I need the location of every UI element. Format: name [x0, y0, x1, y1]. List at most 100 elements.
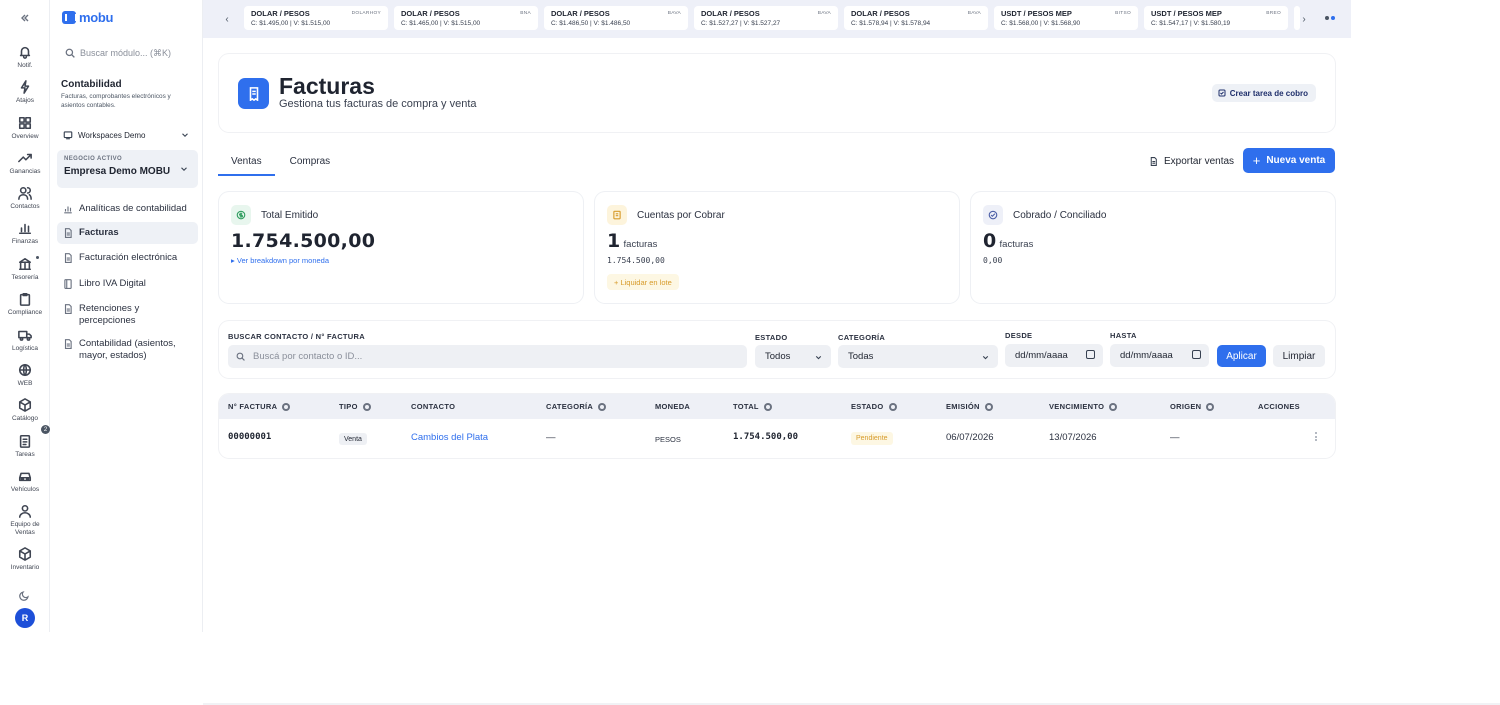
page-title: Facturas — [279, 73, 375, 99]
module-search-input[interactable]: Buscar módulo... (⌘K) — [59, 42, 194, 64]
check-square-icon — [1218, 89, 1226, 97]
category-select[interactable]: Todas — [838, 345, 998, 368]
workspace-selector[interactable]: Workspaces Demo — [59, 127, 196, 143]
export-sales-label: Exportar ventas — [1164, 155, 1235, 167]
cell-contact-link[interactable]: Cambios del Plata — [411, 432, 488, 443]
box-icon — [18, 398, 32, 412]
ticker-prev-icon[interactable]: ‹ — [219, 11, 235, 27]
nav-item-label: Facturas — [79, 227, 119, 238]
ticker-quote: USDT / PESOS MEP BREO C: $1.547,17 | V: … — [1144, 6, 1288, 30]
active-business-selector[interactable]: NEGOCIO ACTIVO Empresa Demo MOBU — [57, 150, 198, 188]
document-icon — [64, 253, 72, 263]
sort-icon[interactable] — [984, 402, 993, 411]
quote-prices: C: $1.486,50 | V: $1.486,50 — [551, 20, 631, 27]
kpi-value: 0 facturas — [983, 230, 1034, 252]
tab-compras[interactable]: Compras — [275, 150, 344, 176]
new-sale-button[interactable]: + Nueva venta — [1243, 148, 1335, 173]
module-search-placeholder: Buscar módulo... (⌘K) — [80, 47, 172, 58]
workspace-icon — [63, 131, 73, 140]
currency-ticker: ‹ DOLAR / PESOS DOLARHOY C: $1.495,00 | … — [203, 0, 1351, 38]
search-icon — [65, 48, 75, 58]
rail-item-catalogo[interactable]: Catálogo — [0, 398, 50, 423]
type-badge: Venta — [339, 433, 367, 445]
money-icon — [231, 205, 251, 225]
col-issued[interactable]: EMISIÓN — [946, 402, 993, 411]
rail-item-tesoreria[interactable]: Tesorería — [0, 257, 50, 282]
create-collection-task-button[interactable]: Crear tarea de cobro — [1211, 84, 1316, 102]
sort-icon[interactable] — [1206, 402, 1215, 411]
clear-filters-button[interactable]: Limpiar — [1273, 345, 1325, 367]
tab-ventas[interactable]: Ventas — [218, 150, 275, 176]
rail-item-tareas[interactable]: Tareas — [0, 434, 50, 459]
rail-item-overview[interactable]: Overview — [0, 116, 50, 141]
col-total[interactable]: TOTAL — [733, 402, 772, 411]
grid-icon — [18, 116, 32, 130]
quote-prices: C: $1.495,00 | V: $1.515,00 — [251, 20, 331, 27]
rail-item-logistica[interactable]: Logística — [0, 328, 50, 353]
to-date-input[interactable]: dd/mm/aaaa — [1110, 344, 1209, 367]
ticker-pagination[interactable] — [1325, 16, 1335, 20]
col-invoice-number[interactable]: N° FACTURA — [228, 402, 291, 411]
nav-item-libro-iva[interactable]: Libro IVA Digital — [57, 273, 198, 295]
nav-item-contabilidad[interactable]: Contabilidad (asientos, mayor, estados) — [57, 333, 198, 367]
rail-item-finanzas[interactable]: Finanzas — [0, 221, 50, 246]
notification-dot — [36, 256, 39, 259]
rail-item-ganancias[interactable]: Ganancias — [0, 151, 50, 176]
calendar-icon[interactable] — [1086, 350, 1095, 359]
rail-item-notif[interactable]: Notif. — [0, 45, 50, 70]
sort-icon[interactable] — [598, 402, 607, 411]
nav-item-retenciones[interactable]: Retenciones y percepciones — [57, 298, 198, 332]
cell-invoice-number[interactable]: 00000001 — [228, 432, 271, 442]
users-icon — [18, 186, 32, 200]
nav-item-facturas[interactable]: Facturas — [57, 222, 198, 244]
dark-mode-toggle-icon[interactable] — [19, 588, 30, 606]
collapse-sidebar-icon[interactable] — [16, 10, 34, 26]
sort-icon[interactable] — [362, 402, 371, 411]
category-select-value: Todas — [848, 351, 874, 362]
rail-item-contactos[interactable]: Contactos — [0, 186, 50, 211]
calendar-icon[interactable] — [1192, 350, 1201, 359]
create-collection-task-label: Crear tarea de cobro — [1229, 88, 1308, 98]
active-business-label: NEGOCIO ACTIVO — [64, 156, 123, 162]
sort-icon[interactable] — [763, 402, 772, 411]
document-icon — [64, 339, 72, 349]
nav-item-analiticas[interactable]: Analíticas de contabilidad — [57, 198, 198, 220]
rail-item-compliance[interactable]: Compliance — [0, 292, 50, 317]
chart-icon — [64, 206, 72, 214]
search-filter-label: BUSCAR CONTACTO / N° FACTURA — [228, 332, 365, 341]
sort-icon[interactable] — [888, 402, 897, 411]
document-icon — [64, 304, 72, 314]
row-actions-menu-icon[interactable] — [1315, 432, 1317, 441]
avatar[interactable]: R — [15, 608, 35, 628]
quote-prices: C: $1.465,00 | V: $1.515,00 — [401, 20, 481, 27]
col-type[interactable]: TIPO — [339, 402, 371, 411]
document-icon — [64, 228, 72, 238]
logo-text: mobu — [79, 10, 114, 25]
receipt-icon — [607, 205, 627, 225]
col-due[interactable]: VENCIMIENTO — [1049, 402, 1118, 411]
export-sales-button[interactable]: Exportar ventas — [1143, 151, 1240, 171]
rail-item-atajos[interactable]: Atajos — [0, 80, 50, 105]
cell-origin: — — [1170, 432, 1180, 443]
bulk-settle-button[interactable]: + Liquidar en lote — [607, 274, 679, 290]
col-origin[interactable]: ORIGEN — [1170, 402, 1215, 411]
rail-item-web[interactable]: WEB — [0, 363, 50, 388]
state-select[interactable]: Todos — [755, 345, 831, 368]
col-state[interactable]: ESTADO — [851, 402, 897, 411]
apply-filters-button[interactable]: Aplicar — [1217, 345, 1266, 367]
contact-search-input[interactable]: Buscá por contacto o ID... — [228, 345, 747, 368]
rail-item-equipo-ventas[interactable]: Equipo de Ventas — [0, 504, 50, 537]
kpi-cobrado-conciliado: Cobrado / Conciliado 0 facturas 0,00 — [971, 192, 1335, 303]
sort-icon[interactable] — [1109, 402, 1118, 411]
state-filter-label: ESTADO — [755, 333, 788, 342]
col-category[interactable]: CATEGORÍA — [546, 402, 607, 411]
logo[interactable]: mobu — [62, 10, 113, 25]
sort-icon[interactable] — [282, 402, 291, 411]
rail-item-inventario[interactable]: Inventario — [0, 547, 50, 572]
nav-item-facturacion-electronica[interactable]: Facturación electrónica — [57, 247, 198, 269]
ticker-next-icon[interactable]: › — [1296, 11, 1312, 27]
currency-breakdown-link[interactable]: ▸ Ver breakdown por moneda — [231, 256, 329, 265]
rail-item-vehiculos[interactable]: Vehículos — [0, 469, 50, 494]
category-filter-label: CATEGORÍA — [838, 333, 886, 342]
from-date-input[interactable]: dd/mm/aaaa — [1005, 344, 1103, 367]
